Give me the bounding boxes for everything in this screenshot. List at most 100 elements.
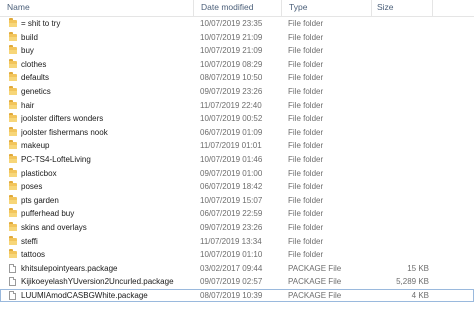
- column-divider[interactable]: [371, 0, 372, 16]
- row-date-modified: 08/07/2019 10:50: [200, 73, 263, 83]
- row-type: File folder: [288, 182, 324, 192]
- column-header-size[interactable]: Size: [373, 0, 432, 16]
- row-type: File folder: [288, 250, 324, 260]
- row-date-modified: 10/07/2019 01:10: [200, 250, 263, 260]
- folder-row[interactable]: joolster difters wonders 10/07/2019 00:52…: [0, 112, 474, 126]
- column-divider[interactable]: [281, 0, 282, 16]
- column-header-type[interactable]: Type: [283, 0, 372, 16]
- row-date-modified: 10/07/2019 15:07: [200, 195, 263, 205]
- folder-row[interactable]: defaults 08/07/2019 10:50 File folder: [0, 71, 474, 85]
- folder-row[interactable]: pts garden 10/07/2019 15:07 File folder: [0, 194, 474, 208]
- row-size: [376, 71, 429, 85]
- folder-row[interactable]: plasticbox 09/07/2019 01:00 File folder: [0, 167, 474, 181]
- column-header-name-label: Name: [7, 2, 30, 12]
- folder-icon: [9, 221, 17, 231]
- row-date-modified: 09/07/2019 23:26: [200, 222, 263, 232]
- folder-row[interactable]: joolster fishermans nook 06/07/2019 01:09…: [0, 126, 474, 140]
- row-type: File folder: [288, 154, 324, 164]
- row-name: khitsulepointyears.package: [21, 263, 118, 273]
- row-name: PC-TS4-LofteLiving: [21, 154, 91, 164]
- row-date-modified: 10/07/2019 21:09: [200, 46, 263, 56]
- row-name: pufferhead buy: [21, 209, 75, 219]
- folder-icon: [9, 140, 17, 150]
- row-icon-cell: [9, 153, 17, 167]
- row-name: plasticbox: [21, 168, 57, 178]
- row-date-modified: 11/07/2019 22:40: [200, 100, 262, 110]
- folder-icon: [9, 45, 17, 55]
- row-date-modified: 09/07/2019 01:00: [200, 168, 263, 178]
- row-type: File folder: [288, 32, 324, 42]
- row-type: File folder: [288, 209, 324, 219]
- row-icon-cell: [9, 167, 17, 181]
- folder-icon: [9, 18, 17, 27]
- column-divider[interactable]: [432, 0, 433, 16]
- row-size: [376, 112, 429, 126]
- column-divider[interactable]: [193, 0, 194, 16]
- row-type: File folder: [288, 86, 324, 96]
- row-icon-cell: [9, 31, 17, 45]
- folder-row[interactable]: hair 11/07/2019 22:40 File folder: [0, 99, 474, 113]
- folder-row[interactable]: build 10/07/2019 21:09 File folder: [0, 31, 474, 45]
- row-icon-cell: [9, 180, 17, 194]
- row-icon-cell: [9, 194, 17, 208]
- row-name: buy: [21, 46, 34, 56]
- row-type: PACKAGE File: [288, 290, 342, 300]
- column-header-type-label: Type: [289, 2, 308, 12]
- row-icon-cell: [9, 289, 17, 303]
- folder-row[interactable]: skins and overlays 09/07/2019 23:26 File f…: [0, 221, 474, 235]
- row-icon-cell: [9, 85, 17, 99]
- folder-row[interactable]: steffi 11/07/2019 13:34 File folder: [0, 235, 474, 249]
- row-name: KijikoeyelashYUversion2Uncurled.package: [21, 277, 174, 287]
- folder-row[interactable]: makeup 11/07/2019 01:01 File folder: [0, 139, 474, 153]
- row-size: 15 KB: [407, 263, 429, 273]
- column-header-date-modified[interactable]: Date modified: [195, 0, 282, 16]
- row-size: [376, 153, 429, 167]
- folder-row[interactable]: clothes 10/07/2019 08:29 File folder: [0, 58, 474, 72]
- row-name: defaults: [21, 73, 50, 83]
- folder-icon: [9, 167, 17, 177]
- row-type: File folder: [288, 168, 324, 178]
- row-type: File folder: [288, 114, 324, 124]
- row-type: PACKAGE File: [288, 277, 342, 287]
- folder-row[interactable]: tattoos 10/07/2019 01:10 File folder: [0, 248, 474, 262]
- row-size: 4 KB: [411, 290, 429, 300]
- row-name: = shit to try: [21, 19, 61, 28]
- row-name: makeup: [21, 141, 50, 151]
- folder-icon: [9, 153, 17, 163]
- row-type: File folder: [288, 46, 324, 56]
- row-type: PACKAGE File: [288, 263, 342, 273]
- row-type: File folder: [288, 141, 324, 151]
- folder-row[interactable]: pufferhead buy 06/07/2019 22:59 File folde…: [0, 207, 474, 221]
- row-date-modified: 03/02/2017 09:44: [200, 263, 263, 273]
- file-row[interactable]: KijikoeyelashYUversion2Uncurled.package 0…: [0, 275, 474, 289]
- row-icon-cell: [9, 262, 17, 276]
- folder-row[interactable]: buy 10/07/2019 21:09 File folder: [0, 44, 474, 58]
- file-row[interactable]: LUUMIAmodCASBGWhite.package 08/07/2019 10…: [0, 288, 474, 303]
- row-size: [376, 207, 429, 221]
- row-type: File folder: [288, 222, 324, 232]
- folder-row[interactable]: PC-TS4-LofteLiving 10/07/2019 01:46 File f…: [0, 153, 474, 167]
- folder-row[interactable]: = shit to try 10/07/2019 23:35 File folder: [0, 17, 474, 31]
- file-row[interactable]: khitsulepointyears.package 03/02/2017 09:…: [0, 262, 474, 276]
- folder-icon: [9, 99, 17, 109]
- folder-row[interactable]: poses 06/07/2019 18:42 File folder: [0, 180, 474, 194]
- folder-icon: [9, 31, 17, 41]
- row-type: File folder: [288, 195, 324, 205]
- row-icon-cell: [9, 221, 17, 235]
- row-date-modified: 10/07/2019 21:09: [200, 32, 263, 42]
- row-name: build: [21, 32, 38, 42]
- row-size: [376, 180, 429, 194]
- row-size: [376, 85, 429, 99]
- folder-icon: [9, 208, 17, 218]
- row-icon-cell: [9, 275, 17, 289]
- row-type: File folder: [288, 19, 324, 28]
- row-size: 5,289 KB: [396, 277, 429, 287]
- row-size: [376, 99, 429, 113]
- folder-row[interactable]: genetics 09/07/2019 23:26 File folder: [0, 85, 474, 99]
- row-name: tattoos: [21, 250, 46, 260]
- row-size: [376, 248, 429, 262]
- column-header-name[interactable]: Name: [0, 0, 194, 16]
- row-date-modified: 06/07/2019 18:42: [200, 182, 263, 192]
- row-name: poses: [21, 182, 43, 192]
- row-icon-cell: [9, 126, 17, 140]
